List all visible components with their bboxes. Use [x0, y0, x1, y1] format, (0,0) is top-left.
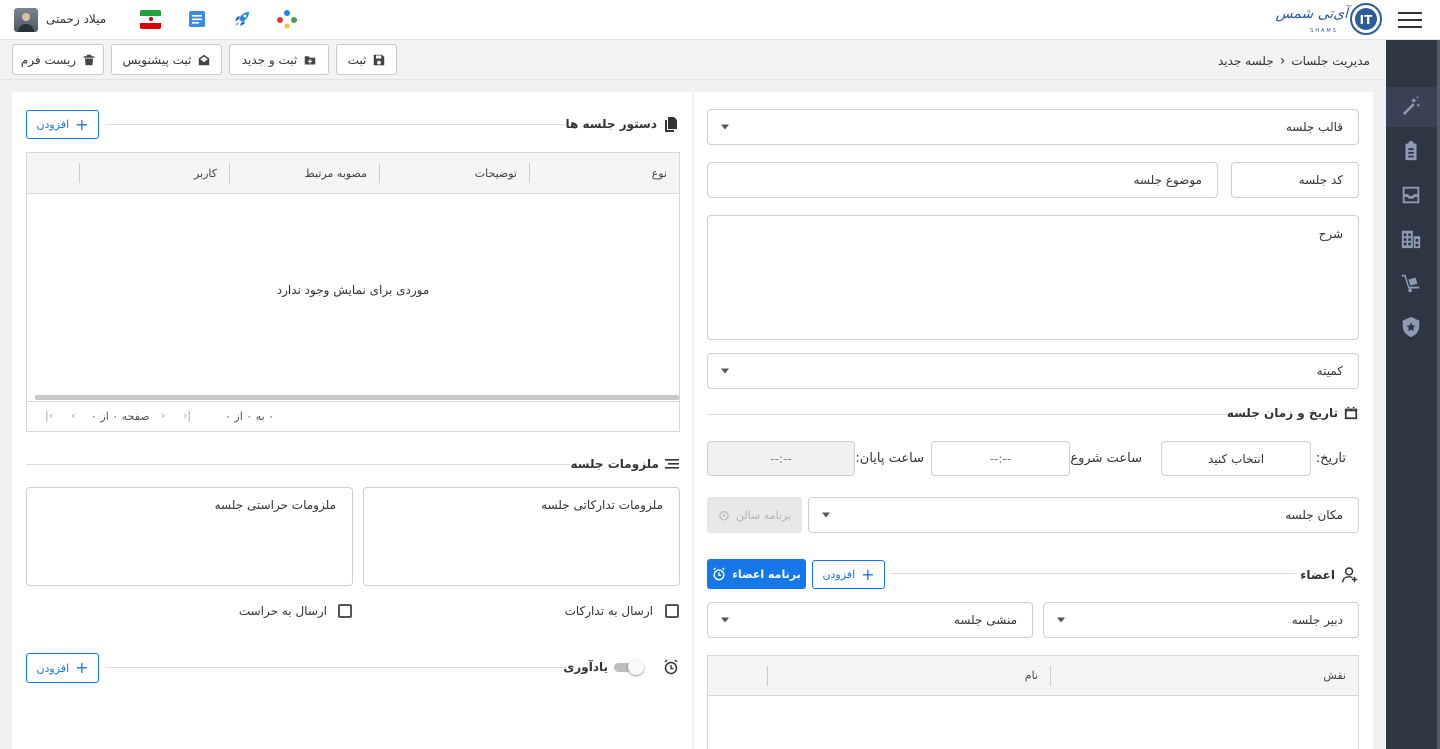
end-time-input[interactable]: --:--: [707, 441, 855, 476]
svg-text:IT: IT: [1360, 13, 1373, 27]
column-header-related-resolution[interactable]: مصوبه مرتبط: [305, 153, 367, 193]
add-member-button[interactable]: + افزودن: [812, 560, 885, 589]
plus-icon: +: [75, 114, 89, 134]
plus-icon: +: [861, 564, 875, 584]
magic-wand-icon[interactable]: [1399, 94, 1423, 118]
send-logistics-checkbox[interactable]: [665, 604, 679, 618]
section-divider: [105, 124, 565, 125]
send-security-checkbox[interactable]: [338, 604, 352, 618]
folder-plus-icon: [305, 55, 316, 64]
section-divider: [26, 464, 570, 465]
secretary-select[interactable]: دبیر جلسه: [1043, 602, 1359, 638]
plus-icon: +: [75, 658, 89, 677]
breadcrumb-current: جلسه جدید: [1218, 54, 1274, 68]
members-grid-header: نقش نام: [708, 656, 1358, 696]
column-header-role[interactable]: نقش: [1323, 656, 1346, 695]
start-time-input[interactable]: --:--: [931, 441, 1070, 476]
menu-icon[interactable]: [1398, 10, 1422, 30]
shield-star-icon[interactable]: [1399, 315, 1423, 339]
horizontal-scrollbar[interactable]: [35, 395, 679, 400]
save-draft-button[interactable]: ثبت پیشنویس: [111, 44, 222, 75]
caret-down-icon: [822, 512, 830, 518]
date-label: تاریخ:: [1315, 451, 1346, 466]
caret-down-icon: [721, 124, 729, 130]
agenda-section-title: دستور جلسه ها: [565, 116, 679, 132]
column-header-type[interactable]: نوع: [652, 153, 667, 193]
trash-icon: [83, 54, 95, 65]
rocket-icon[interactable]: [232, 9, 252, 29]
pager: ۰ به ۰ از ۰ |‹ ‹ صفحه ۰ از ۰ › ›|: [27, 402, 679, 431]
calendar-icon: [1344, 406, 1358, 420]
save-and-new-button[interactable]: ثبت و جدید: [229, 44, 329, 75]
clerk-select[interactable]: منشی جلسه: [707, 602, 1033, 638]
caret-down-icon: [1057, 617, 1065, 623]
start-time-label: ساعت شروع:: [1066, 451, 1142, 466]
agenda-grid: نوع توضیحات مصوبه مرتبط کاربر موردی برای…: [26, 152, 680, 432]
empty-message: موردی برای نمایش وجود ندارد: [276, 283, 430, 297]
alarm-clock-icon: [713, 567, 725, 581]
chevron-left-icon: ‹: [1279, 53, 1286, 69]
buildings-icon[interactable]: [1399, 227, 1423, 251]
reset-form-button[interactable]: ریست فرم: [12, 44, 104, 75]
clipboard-icon[interactable]: [1399, 139, 1423, 163]
caret-down-icon: [721, 368, 729, 374]
add-agenda-button[interactable]: + افزودن: [26, 110, 99, 139]
top-bar: [0, 0, 1440, 40]
send-logistics-label: ارسال به تدارکات: [564, 604, 653, 618]
description-textarea[interactable]: شرح: [707, 215, 1359, 340]
hand-truck-icon[interactable]: [1399, 271, 1423, 295]
last-page-icon[interactable]: ›|: [183, 409, 191, 422]
section-divider: [890, 573, 1295, 574]
user-name[interactable]: میلاد زحمتی: [46, 12, 106, 26]
alarm-clock-icon: [664, 659, 678, 675]
company-logo: IT آی‌تی‌ شمس SHAMS: [1275, 2, 1386, 38]
docs-icon[interactable]: [187, 9, 207, 29]
next-page-icon[interactable]: ›: [161, 409, 165, 422]
reminder-section-title: یادآوری: [563, 659, 679, 675]
alarm-clock-icon: [719, 510, 729, 521]
floppy-icon: [374, 54, 385, 65]
members-schedule-button[interactable]: برنامه اعضاء: [707, 559, 806, 589]
add-reminder-button[interactable]: + افزودن: [26, 653, 99, 683]
members-grid: نقش نام: [707, 655, 1359, 749]
committee-select[interactable]: کمیته: [707, 353, 1359, 389]
date-picker[interactable]: انتخاب کنید: [1161, 441, 1311, 476]
documents-icon: [665, 117, 677, 132]
breadcrumb: مدیریت جلسات ‹ جلسه جدید: [1218, 53, 1370, 69]
previous-page-icon[interactable]: ‹: [71, 409, 75, 422]
members-section-title: اعضاء: [1300, 566, 1359, 584]
send-security-label: ارسال به حراست: [238, 604, 327, 618]
iran-flag-icon[interactable]: [140, 10, 161, 29]
pager-page: صفحه ۰ از ۰: [91, 410, 150, 423]
envelope-open-icon: [199, 54, 210, 65]
template-select[interactable]: قالب جلسه: [707, 109, 1359, 145]
avatar[interactable]: [14, 8, 38, 32]
save-button[interactable]: ثبت: [336, 44, 397, 75]
meeting-subject-input[interactable]: موضوع جلسه: [707, 162, 1218, 198]
column-header-description[interactable]: توضیحات: [475, 153, 517, 193]
list-lines-icon: [665, 459, 679, 469]
datetime-section-title: تاریخ و زمان جلسه: [1227, 406, 1358, 420]
section-divider: [105, 667, 567, 668]
section-divider: [707, 414, 1227, 415]
first-page-icon[interactable]: |‹: [45, 409, 53, 422]
pager-range: ۰ به ۰ از ۰: [225, 410, 275, 423]
security-requirements-textarea[interactable]: ملزومات حراستی جلسه: [26, 487, 353, 586]
column-header-user[interactable]: کاربر: [194, 153, 217, 193]
end-time-label: ساعت پایان:: [855, 451, 924, 466]
inbox-tray-icon[interactable]: [1399, 183, 1423, 207]
reminder-toggle[interactable]: [614, 659, 644, 675]
caret-down-icon: [721, 617, 729, 623]
logistics-requirements-textarea[interactable]: ملزومات تدارکاتی جلسه: [363, 487, 680, 586]
apps-icon[interactable]: [276, 9, 298, 29]
breadcrumb-root[interactable]: مدیریت جلسات: [1291, 54, 1370, 68]
location-select[interactable]: مکان جلسه: [808, 497, 1359, 533]
user-plus-icon: [1342, 567, 1358, 583]
hall-schedule-button[interactable]: برنامه سالن: [707, 497, 802, 533]
column-header-name[interactable]: نام: [1025, 656, 1038, 695]
requirements-section-title: ملزومات جلسه: [571, 457, 679, 471]
agenda-grid-header: نوع توضیحات مصوبه مرتبط کاربر: [27, 153, 679, 194]
meeting-code-input[interactable]: کد جلسه: [1231, 162, 1359, 198]
